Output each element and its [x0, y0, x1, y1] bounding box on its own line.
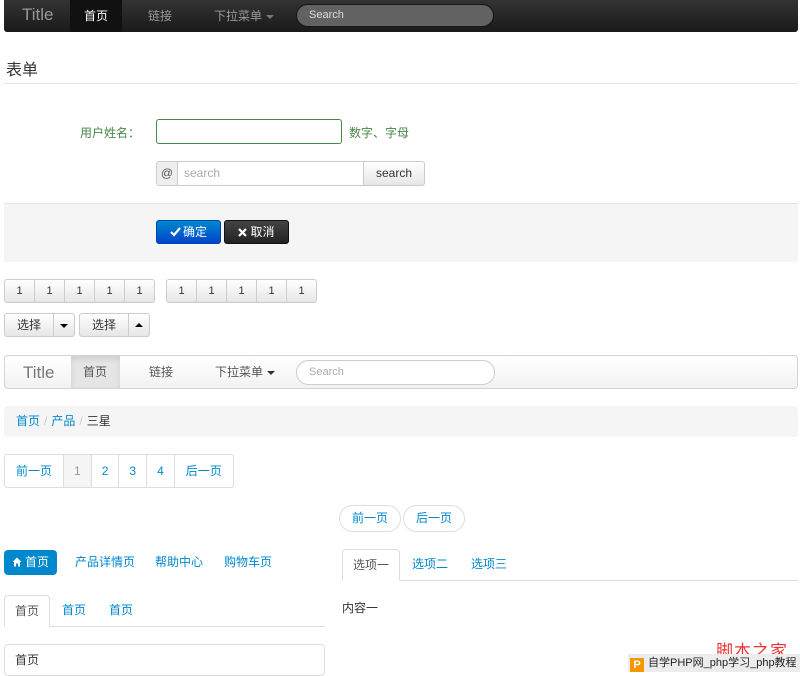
group2-button[interactable]: 1 [196, 279, 227, 303]
navbar-brand[interactable]: Title [23, 363, 55, 383]
confirm-button[interactable]: 确定 [156, 220, 221, 244]
form-actions [4, 203, 798, 262]
nav-dropdown-label: 下拉菜单 [214, 9, 263, 23]
pagination-page[interactable]: 3 [118, 454, 148, 488]
breadcrumb: 首页 / 产品 / 三星 [4, 406, 798, 437]
nav-dropdown-label: 下拉菜单 [215, 365, 264, 379]
legend-divider [4, 83, 798, 84]
watermark-text: 自学PHP网_php学习_php教程 [648, 657, 797, 669]
username-label: 用户姓名： [80, 126, 141, 140]
split-dropup-toggle[interactable] [129, 313, 150, 337]
pagination-page[interactable]: 4 [146, 454, 175, 488]
group1-button[interactable]: 1 [64, 279, 95, 303]
confirm-label: 确定 [182, 225, 207, 239]
nav-item-home[interactable]: 首页 [70, 0, 123, 32]
tab-left-3[interactable]: 首页 [99, 595, 143, 627]
pagination-page[interactable]: 2 [90, 454, 120, 488]
username-input[interactable] [156, 119, 342, 144]
nav-item-dropdown[interactable]: 下拉菜单 [203, 356, 287, 388]
nav-item-home[interactable]: 首页 [71, 356, 120, 388]
caret-down-icon [60, 324, 68, 328]
group2-button[interactable]: 1 [166, 279, 197, 303]
username-help-text: 数字、字母 [349, 126, 410, 140]
tab-left-content: 首页 [4, 644, 325, 676]
tab-option-2[interactable]: 选项二 [402, 549, 458, 581]
tab-content-pane: 内容一 [342, 601, 379, 615]
group2-button[interactable]: 1 [286, 279, 317, 303]
group2-button[interactable]: 1 [226, 279, 257, 303]
cancel-label: 取消 [250, 225, 275, 239]
cancel-button[interactable]: 取消 [224, 220, 289, 244]
pill-label: 首页 [25, 555, 50, 569]
split-dropup-main-button[interactable]: 选择 [79, 313, 129, 337]
breadcrumb-current: 三星 [86, 414, 111, 428]
breadcrumb-link-products[interactable]: 产品 [51, 414, 75, 428]
navbar-default: Title 首页 链接 下拉菜单 Search [4, 355, 798, 389]
php-logo-icon: P [630, 658, 644, 672]
tab-option-3[interactable]: 选项三 [461, 549, 517, 581]
tab-left-1[interactable]: 首页 [4, 595, 51, 627]
nav-item-link[interactable]: 链接 [134, 0, 186, 32]
navbar-inverse: Title 首页 链接 下拉菜单 Search [4, 0, 798, 32]
navbar-search-input[interactable]: Search [296, 360, 495, 385]
split-button-dropup: 选择 [79, 313, 150, 337]
addon-search-input[interactable]: search [177, 161, 364, 186]
button-group-2: 1 1 1 1 1 [166, 279, 317, 303]
breadcrumb-separator: / [79, 414, 83, 428]
split-button-dropdown: 选择 [4, 313, 75, 337]
nav-item-link[interactable]: 链接 [137, 356, 185, 388]
button-group-1: 1 1 1 1 1 [4, 279, 155, 303]
at-addon: @ [156, 161, 178, 186]
caret-down-icon [267, 370, 276, 375]
breadcrumb-separator: / [44, 414, 48, 428]
form-legend: 表单 [6, 62, 39, 79]
split-dropdown-toggle[interactable] [54, 313, 75, 337]
navbar-brand[interactable]: Title [22, 5, 54, 25]
navbar-search-input[interactable]: Search [296, 4, 494, 27]
addon-search-button[interactable]: search [363, 161, 425, 186]
group2-button[interactable]: 1 [256, 279, 287, 303]
tab-left-2[interactable]: 首页 [52, 595, 96, 627]
pagination: 前一页 1 2 3 4 后一页 [4, 454, 234, 488]
pill-product-detail[interactable]: 产品详情页 [67, 550, 143, 575]
pill-cart[interactable]: 购物车页 [216, 550, 280, 575]
home-icon [12, 557, 22, 567]
check-icon [170, 227, 181, 237]
group1-button[interactable]: 1 [94, 279, 125, 303]
tab-option-1[interactable]: 选项一 [342, 549, 401, 581]
pill-home[interactable]: 首页 [4, 550, 58, 575]
group1-button[interactable]: 1 [4, 279, 35, 303]
pager-prev-button[interactable]: 前一页 [339, 505, 402, 532]
pill-help-center[interactable]: 帮助中心 [147, 550, 211, 575]
pager-next-button[interactable]: 后一页 [403, 505, 466, 532]
group1-button[interactable]: 1 [124, 279, 155, 303]
nav-item-dropdown[interactable]: 下拉菜单 [200, 0, 288, 32]
pagination-next[interactable]: 后一页 [173, 454, 234, 488]
caret-down-icon [266, 14, 275, 19]
caret-up-icon [135, 323, 143, 327]
pagination-prev[interactable]: 前一页 [4, 454, 65, 488]
split-dropdown-main-button[interactable]: 选择 [4, 313, 54, 337]
watermark-bar: P 自学PHP网_php学习_php教程 [628, 654, 800, 672]
breadcrumb-link-home[interactable]: 首页 [16, 414, 40, 428]
group1-button[interactable]: 1 [34, 279, 65, 303]
pagination-page-active[interactable]: 1 [63, 454, 92, 488]
close-icon [238, 228, 248, 237]
